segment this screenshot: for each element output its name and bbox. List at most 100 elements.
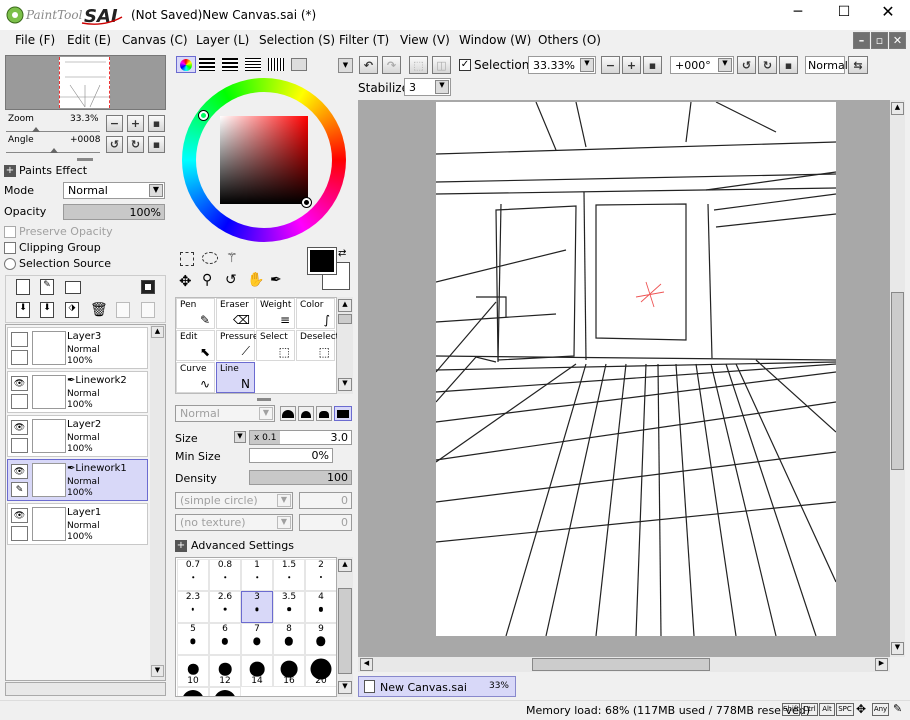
navigator-preview[interactable] xyxy=(5,55,166,110)
brush-size-2.6[interactable]: 2.6 xyxy=(209,591,241,623)
tool-eraser[interactable]: Eraser ⌫ xyxy=(216,298,255,329)
lasso-icon[interactable] xyxy=(202,252,218,264)
brush-edge-flat-icon[interactable] xyxy=(334,406,352,421)
mdi-restore-button[interactable]: ▫ xyxy=(871,32,888,49)
brush-texture-strength[interactable]: 0 xyxy=(299,514,352,531)
brush-blend-select[interactable]: Normal ▼ xyxy=(175,405,275,422)
size-slider[interactable]: x 0.1 3.0 xyxy=(249,430,352,445)
eye-icon[interactable]: 👁 xyxy=(11,420,28,435)
rotate-left-button[interactable]: ↺ xyxy=(106,136,123,153)
swatches-tab[interactable] xyxy=(245,58,261,71)
brush-scroll-up[interactable]: ▲ xyxy=(338,559,352,572)
saturation-value-square[interactable] xyxy=(220,116,308,204)
canvas-scroll-up[interactable]: ▲ xyxy=(891,102,904,115)
brush-size-6[interactable]: 6 xyxy=(209,623,241,655)
primary-color-swatch[interactable] xyxy=(307,247,337,275)
brush-size-0.7[interactable]: 0.7 xyxy=(177,559,209,591)
tool-line[interactable]: Line N xyxy=(216,362,255,393)
menu-others[interactable]: Others (O) xyxy=(538,33,601,47)
brush-size-7[interactable]: 7 xyxy=(241,623,273,655)
brush-size-14[interactable]: 14 xyxy=(241,655,273,687)
rotate-reset-button[interactable]: ▪ xyxy=(148,136,165,153)
brush-edge-soft-icon[interactable] xyxy=(298,406,314,421)
brush-size-20[interactable]: 20 xyxy=(305,655,336,687)
merge-down-icon[interactable]: ⬇ xyxy=(40,302,54,318)
clipping-group-checkbox[interactable]: Clipping Group xyxy=(4,241,101,254)
tool-pen[interactable]: Pen ✎ xyxy=(176,298,215,329)
scratchpad-tab[interactable] xyxy=(291,58,307,71)
eye-icon[interactable]: 👁 xyxy=(11,464,28,479)
flip-horizontal-button[interactable]: ⇆ xyxy=(848,56,868,74)
toolbar-zoom-in-button[interactable]: + xyxy=(622,56,641,74)
menu-filter[interactable]: Filter (T) xyxy=(339,33,389,47)
canvas-scroll-left[interactable]: ◀ xyxy=(360,658,373,671)
layer-scroll-up[interactable]: ▲ xyxy=(151,326,164,338)
brush-size-8[interactable]: 8 xyxy=(273,623,305,655)
selection-checkbox[interactable]: ✓ Selection xyxy=(459,58,529,72)
brush-size-10[interactable]: 10 xyxy=(177,655,209,687)
panel-splitter[interactable] xyxy=(77,158,93,161)
brush-size-30[interactable]: 30 xyxy=(209,687,241,696)
merge-visible-icon[interactable] xyxy=(116,302,130,318)
toolbar-zoom-out-button[interactable]: − xyxy=(601,56,620,74)
zoom-select[interactable]: 33.33% ▼ xyxy=(528,56,596,74)
brush-size-9[interactable]: 9 xyxy=(305,623,336,655)
new-linework-icon[interactable]: ✎ xyxy=(40,279,54,295)
brush-size-12[interactable]: 12 xyxy=(209,655,241,687)
layer-row[interactable]: 👁 Layer1 Normal 100% xyxy=(7,503,148,545)
eye-icon[interactable]: 👁 xyxy=(11,508,28,523)
brush-lock-icon[interactable]: ✎ xyxy=(11,482,28,497)
transfer-down-icon[interactable]: ⬇ xyxy=(16,302,30,318)
zoom-reset-button[interactable]: ▪ xyxy=(148,115,165,132)
size-mult-dropdown[interactable]: ▼ xyxy=(234,431,246,443)
redo-button[interactable]: ↷ xyxy=(382,56,401,74)
menu-file[interactable]: File (F) xyxy=(15,33,55,47)
layer-row[interactable]: 👁 Layer2 Normal 100% xyxy=(7,415,148,457)
zoom-slider[interactable] xyxy=(6,124,100,132)
canvas-hscroll-thumb[interactable] xyxy=(532,658,710,671)
brush-size-2[interactable]: 2 xyxy=(305,559,336,591)
brush-size-0.8[interactable]: 0.8 xyxy=(209,559,241,591)
lock-toggle[interactable] xyxy=(11,350,28,365)
invert-selection-button[interactable]: ◫ xyxy=(432,56,451,74)
menu-edit[interactable]: Edit (E) xyxy=(67,33,111,47)
layer-row[interactable]: 👁 ✎ ✒Linework1 Normal 100% xyxy=(7,459,148,501)
zoom-in-button[interactable]: + xyxy=(127,115,144,132)
tool-edit[interactable]: Edit ⬉ xyxy=(176,330,215,361)
rgb-sliders-tab[interactable] xyxy=(199,58,215,71)
preserve-opacity-checkbox[interactable]: Preserve Opacity xyxy=(4,225,113,238)
lock-toggle[interactable] xyxy=(11,438,28,453)
stabilizer-select[interactable]: 3 ▼ xyxy=(404,78,451,96)
rotate-tool-icon[interactable]: ↺ xyxy=(225,272,237,288)
mdi-close-button[interactable]: ✕ xyxy=(889,32,906,49)
brush-size-2.3[interactable]: 2.3 xyxy=(177,591,209,623)
tool-weight[interactable]: Weight ≡ xyxy=(256,298,295,329)
mdi-minimize-button[interactable]: – xyxy=(853,32,870,49)
brush-size-4[interactable]: 4 xyxy=(305,591,336,623)
color-wheel-tab[interactable] xyxy=(176,56,196,73)
angle-slider[interactable] xyxy=(6,145,100,153)
tool-select[interactable]: Select ⬚ xyxy=(256,330,295,361)
tool-scroll-thumb[interactable] xyxy=(338,314,352,324)
lock-toggle[interactable] xyxy=(11,394,28,409)
eyedropper-icon[interactable]: ✒ xyxy=(270,272,282,288)
zoom-tool-icon[interactable]: ⚲ xyxy=(202,272,212,288)
canvas-viewport[interactable] xyxy=(358,100,890,657)
angle-select[interactable]: +000° ▼ xyxy=(670,56,734,74)
document-tab[interactable]: New Canvas.sai 33% xyxy=(358,676,516,697)
layer-row[interactable]: 👁 ✒Linework2 Normal 100% xyxy=(7,371,148,413)
advanced-settings-label[interactable]: Advanced Settings xyxy=(191,539,294,552)
color-wheel[interactable] xyxy=(182,78,346,242)
brush-size-3[interactable]: 3 xyxy=(241,591,273,623)
brush-size-16[interactable]: 16 xyxy=(273,655,305,687)
visibility-toggle[interactable] xyxy=(11,332,28,347)
brush-edge-medium-icon[interactable] xyxy=(316,406,332,421)
tool-scroll-up[interactable]: ▲ xyxy=(338,299,352,312)
layer-row[interactable]: Layer3 Normal 100% xyxy=(7,327,148,369)
advanced-expand-icon[interactable]: + xyxy=(175,540,187,552)
delete-layer-icon[interactable]: 🗑 xyxy=(90,302,108,318)
minimize-button[interactable]: ─ xyxy=(780,4,816,24)
brush-size-5[interactable]: 5 xyxy=(177,623,209,655)
undo-button[interactable]: ↶ xyxy=(359,56,378,74)
close-button[interactable]: ✕ xyxy=(870,2,906,24)
